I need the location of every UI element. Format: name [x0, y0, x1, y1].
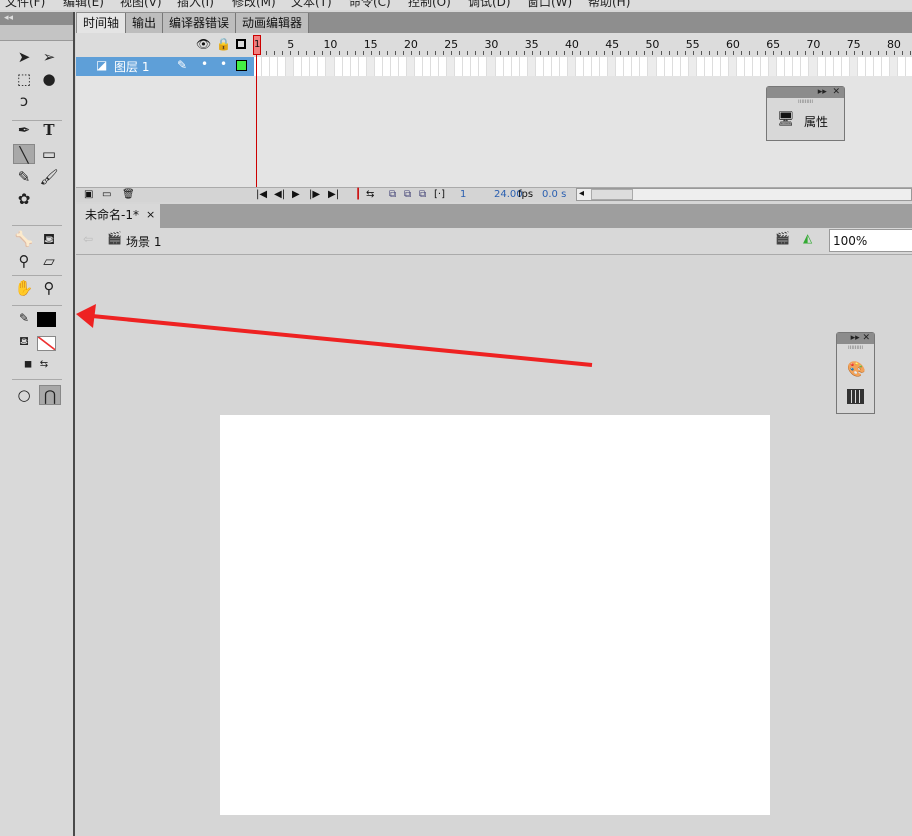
arrow-head [76, 304, 96, 328]
arrow-shaft [91, 314, 593, 367]
annotation-arrow [76, 304, 593, 367]
